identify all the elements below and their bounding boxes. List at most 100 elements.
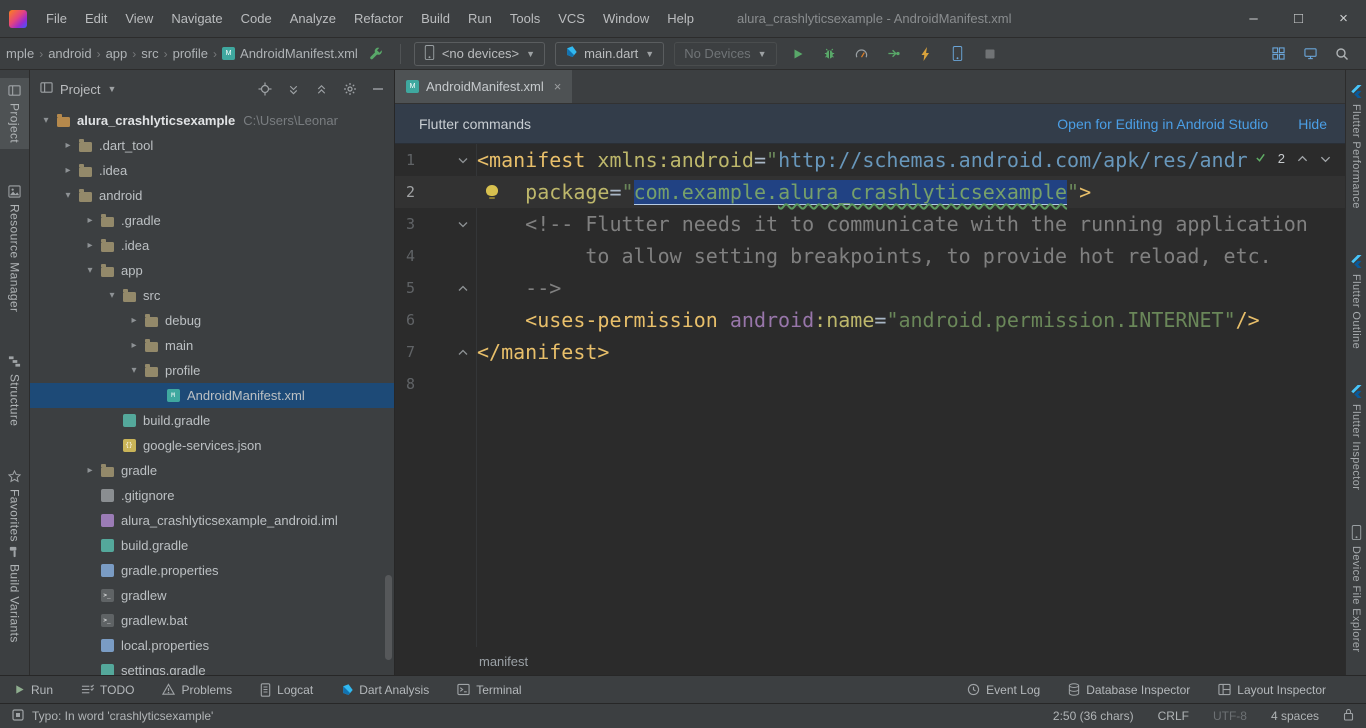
settings-icon[interactable] <box>343 82 357 96</box>
tree-item-gitignore[interactable]: .gitignore <box>30 483 394 508</box>
tree-chevron-icon[interactable]: ▸ <box>82 465 98 476</box>
tree-item-src[interactable]: ▾src <box>30 283 394 308</box>
caret-position-widget[interactable]: 2:50 (36 chars) <box>1053 709 1134 723</box>
profiler-button[interactable] <box>846 41 878 67</box>
hide-banner-link[interactable]: Hide <box>1298 116 1327 132</box>
menu-tools[interactable]: Tools <box>501 0 549 38</box>
code-line-8[interactable]: 8 <box>395 368 1345 400</box>
run-config-selector[interactable]: main.dart ▼ <box>555 42 664 66</box>
tree-item-gradlew-bat[interactable]: >_gradlew.bat <box>30 608 394 633</box>
tree-item-debug[interactable]: ▸debug <box>30 308 394 333</box>
tree-chevron-icon[interactable]: ▸ <box>126 340 142 351</box>
tool-button-flutter-performance[interactable]: Flutter Performance <box>1346 85 1366 209</box>
close-button[interactable]: × <box>1321 0 1366 38</box>
code-line-6[interactable]: 6 <uses-permission android:name="android… <box>395 304 1345 336</box>
breadcrumb-android[interactable]: android <box>46 46 93 61</box>
collapse-all-icon[interactable] <box>315 83 328 96</box>
encoding-widget[interactable]: UTF-8 <box>1213 709 1247 723</box>
tree-item-dart-tool[interactable]: ▸.dart_tool <box>30 133 394 158</box>
indent-widget[interactable]: 4 spaces <box>1271 709 1319 723</box>
breadcrumb-mple[interactable]: mple <box>4 46 36 61</box>
tool-button-device-file-explorer[interactable]: Device File Explorer <box>1346 525 1366 652</box>
tree-item-gradlew[interactable]: >_gradlew <box>30 583 394 608</box>
tree-item-idea[interactable]: ▸.idea <box>30 158 394 183</box>
flutter-device-selector[interactable]: No Devices ▼ <box>674 42 776 66</box>
tool-window-button-event-log[interactable]: Event Log <box>967 683 1040 697</box>
tree-chevron-icon[interactable]: ▸ <box>60 165 76 176</box>
readonly-lock-icon[interactable] <box>1343 708 1354 724</box>
breadcrumb-app[interactable]: app <box>104 46 130 61</box>
tree-chevron-icon[interactable]: ▾ <box>126 365 142 376</box>
tree-chevron-icon[interactable]: ▸ <box>82 240 98 251</box>
line-separator-widget[interactable]: CRLF <box>1158 709 1189 723</box>
menu-navigate[interactable]: Navigate <box>162 0 231 38</box>
tree-item-settings-gradle[interactable]: settings.gradle <box>30 658 394 675</box>
fold-marker-icon[interactable] <box>415 221 477 228</box>
tree-item-google-services-json[interactable]: {}google-services.json <box>30 433 394 458</box>
tool-button-favorites[interactable]: Favorites <box>0 470 29 542</box>
stop-button[interactable] <box>974 41 1006 67</box>
tree-item-idea[interactable]: ▸.idea <box>30 233 394 258</box>
tree-item-profile[interactable]: ▾profile <box>30 358 394 383</box>
project-tree-scrollbar[interactable] <box>385 575 392 660</box>
tree-chevron-icon[interactable]: ▾ <box>104 290 120 301</box>
menu-file[interactable]: File <box>37 0 76 38</box>
expand-all-icon[interactable] <box>287 83 300 96</box>
open-in-android-studio-link[interactable]: Open for Editing in Android Studio <box>1057 116 1268 132</box>
tool-window-button-todo[interactable]: TODO <box>81 683 134 697</box>
device-selector[interactable]: <no devices> ▼ <box>414 42 545 66</box>
tab-androidmanifest[interactable]: M AndroidManifest.xml × <box>395 70 572 103</box>
maximize-button[interactable]: □ <box>1276 0 1321 38</box>
fold-marker-icon[interactable] <box>415 157 477 164</box>
debug-button[interactable] <box>814 41 846 67</box>
tree-item-androidmanifest-xml[interactable]: MAndroidManifest.xml <box>30 383 394 408</box>
run-button[interactable] <box>782 41 814 67</box>
device-manager-button[interactable] <box>1294 41 1326 67</box>
tree-chevron-icon[interactable]: ▸ <box>60 140 76 151</box>
tool-button-build-variants[interactable]: Build Variants <box>0 545 29 643</box>
previous-occurrence-button[interactable] <box>1297 151 1308 166</box>
device-screenshot-button[interactable] <box>942 41 974 67</box>
menu-view[interactable]: View <box>116 0 162 38</box>
project-view-dropdown[interactable]: Project ▼ <box>40 81 116 97</box>
menu-build[interactable]: Build <box>412 0 459 38</box>
tree-item-gradle-properties[interactable]: gradle.properties <box>30 558 394 583</box>
menu-refactor[interactable]: Refactor <box>345 0 412 38</box>
tree-item-alura-crashlyticsexample-android-iml[interactable]: alura_crashlyticsexample_android.iml <box>30 508 394 533</box>
tool-button-structure[interactable]: Structure <box>0 355 29 426</box>
tool-window-button-terminal[interactable]: Terminal <box>457 683 521 697</box>
tree-chevron-icon[interactable]: ▾ <box>38 115 54 126</box>
search-everywhere-button[interactable] <box>1326 41 1358 67</box>
breadcrumb-src[interactable]: src <box>139 46 160 61</box>
tree-item-gradle[interactable]: ▸.gradle <box>30 208 394 233</box>
breadcrumb-androidmanifest-xml[interactable]: MAndroidManifest.xml <box>220 46 360 61</box>
tree-item-android[interactable]: ▾android <box>30 183 394 208</box>
tree-item-alura-crashlyticsexample[interactable]: ▾alura_crashlyticsexampleC:\Users\Leonar <box>30 108 394 133</box>
tool-button-resource-manager[interactable]: Resource Manager <box>0 185 29 312</box>
tool-window-button-dart-analysis[interactable]: Dart Analysis <box>341 683 429 697</box>
tree-item-app[interactable]: ▾app <box>30 258 394 283</box>
close-tab-icon[interactable]: × <box>554 79 562 94</box>
flutter-pub-get-button[interactable] <box>360 41 392 67</box>
locate-file-icon[interactable] <box>258 82 272 96</box>
tool-window-button-run[interactable]: Run <box>14 683 53 697</box>
tool-window-button-problems[interactable]: Problems <box>162 683 232 697</box>
menu-edit[interactable]: Edit <box>76 0 116 38</box>
breadcrumb-manifest[interactable]: manifest <box>479 654 528 669</box>
tree-chevron-icon[interactable]: ▸ <box>126 315 142 326</box>
menu-code[interactable]: Code <box>232 0 281 38</box>
tool-window-button-logcat[interactable]: Logcat <box>260 683 313 697</box>
tree-chevron-icon[interactable]: ▸ <box>82 215 98 226</box>
code-line-4[interactable]: 4 to allow setting breakpoints, to provi… <box>395 240 1345 272</box>
tree-chevron-icon[interactable]: ▾ <box>60 190 76 201</box>
code-editor[interactable]: 1<manifest xmlns:android="http://schemas… <box>395 144 1345 647</box>
tool-button-flutter-inspector[interactable]: Flutter Inspector <box>1346 385 1366 490</box>
code-line-3[interactable]: 3 <!-- Flutter needs it to communicate w… <box>395 208 1345 240</box>
code-line-5[interactable]: 5 --> <box>395 272 1345 304</box>
tool-window-button-layout-inspector[interactable]: Layout Inspector <box>1218 683 1326 697</box>
tree-item-main[interactable]: ▸main <box>30 333 394 358</box>
menu-run[interactable]: Run <box>459 0 501 38</box>
tree-item-local-properties[interactable]: local.properties <box>30 633 394 658</box>
code-line-7[interactable]: 7</manifest> <box>395 336 1345 368</box>
code-line-2[interactable]: 2 package="com.example.alura_crashlytics… <box>395 176 1345 208</box>
